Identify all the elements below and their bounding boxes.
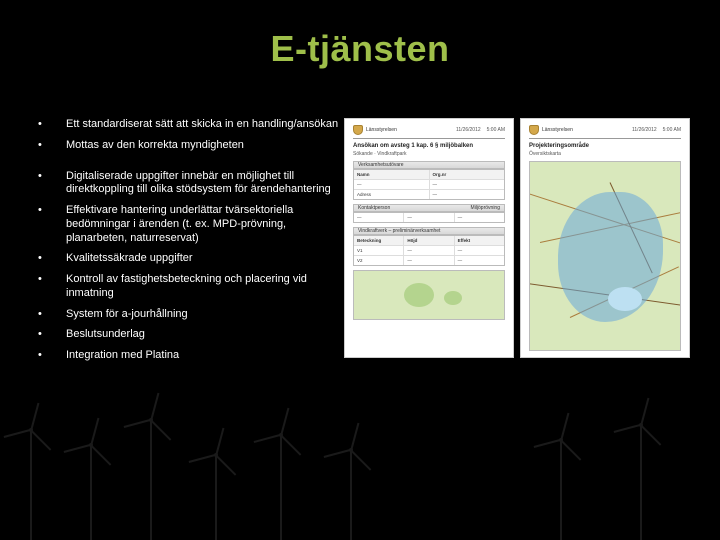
turbine-icon xyxy=(280,435,282,540)
doc2-map xyxy=(529,161,681,351)
doc2-subtitle: Översiktskarta xyxy=(529,151,681,157)
bullet-marker: • xyxy=(38,118,44,132)
bullet-text: Ett standardiserat sätt att skicka in en… xyxy=(66,118,338,132)
doc1-table-1: NamnOrg.nr —— Adress— xyxy=(353,169,505,200)
agency-crest: Länsstyrelsen xyxy=(353,125,397,135)
doc1-table-2: ——— xyxy=(353,212,505,223)
list-spacer xyxy=(38,160,340,170)
doc1-header: Länsstyrelsen 11/26/2012 5:00 AM xyxy=(353,125,505,139)
turbine-icon xyxy=(560,440,562,540)
bullet-marker: • xyxy=(38,170,44,198)
wind-turbines-decoration xyxy=(0,390,720,540)
sec-label: Miljöprövning xyxy=(471,205,500,211)
cell: — xyxy=(430,180,505,189)
bullet-item: • Effektivare hantering underlättar tvärs… xyxy=(38,204,340,245)
cell: — xyxy=(455,213,504,222)
doc1-subtitle: Sökande · Vindkraftpark xyxy=(353,151,505,157)
cell: — xyxy=(455,246,504,255)
turbine-icon xyxy=(150,420,152,540)
crest-icon xyxy=(353,125,363,135)
bullet-item: • Mottas av den korrekta myndigheten xyxy=(38,139,340,153)
cell: V2 xyxy=(354,256,404,265)
doc1-time: 5:00 AM xyxy=(487,127,505,133)
crest-label: Länsstyrelsen xyxy=(542,127,573,133)
bullet-text: Kontroll av fastighetsbeteckning och pla… xyxy=(66,273,340,301)
bullet-text: Mottas av den korrekta myndigheten xyxy=(66,139,244,153)
doc1-section-1: Verksamhetsutövare xyxy=(353,161,505,169)
doc1-table-3: BeteckningHöjdEffekt V1—— V2—— xyxy=(353,235,505,266)
crest-label: Länsstyrelsen xyxy=(366,127,397,133)
doc2-title: Projekteringsområde xyxy=(529,143,681,149)
cell: Höjd xyxy=(404,236,454,245)
cell: V1 xyxy=(354,246,404,255)
bullet-item: • Kvalitetssäkrade uppgifter xyxy=(38,252,340,266)
doc1-section-2: Kontaktperson Miljöprövning xyxy=(353,204,505,212)
cell: — xyxy=(354,180,430,189)
slide-title: E-tjänsten xyxy=(0,0,720,70)
turbine-icon xyxy=(90,445,92,540)
doc2-date: 11/26/2012 xyxy=(632,127,657,133)
crest-icon xyxy=(529,125,539,135)
turbine-icon xyxy=(215,455,217,540)
document-preview-1: Länsstyrelsen 11/26/2012 5:00 AM Ansökan … xyxy=(344,118,514,358)
bullet-list: • Ett standardiserat sätt att skicka in e… xyxy=(38,118,340,363)
doc2-time: 5:00 AM xyxy=(663,127,681,133)
bullet-marker: • xyxy=(38,204,44,245)
bullet-text: Beslutsunderlag xyxy=(66,328,145,342)
content-area: • Ett standardiserat sätt att skicka in e… xyxy=(0,118,720,370)
turbine-icon xyxy=(640,425,642,540)
cell: Beteckning xyxy=(354,236,404,245)
doc1-dates: 11/26/2012 5:00 AM xyxy=(456,127,505,133)
bullet-list-column: • Ett standardiserat sätt att skicka in e… xyxy=(0,118,340,370)
cell: — xyxy=(455,256,504,265)
bullet-marker: • xyxy=(38,349,44,363)
turbine-icon xyxy=(30,430,32,540)
bullet-item: • Beslutsunderlag xyxy=(38,328,340,342)
bullet-item: • System för a-jourhållning xyxy=(38,308,340,322)
bullet-text: Integration med Platina xyxy=(66,349,179,363)
bullet-marker: • xyxy=(38,308,44,322)
turbine-icon xyxy=(350,450,352,540)
bullet-marker: • xyxy=(38,273,44,301)
doc2-header: Länsstyrelsen 11/26/2012 5:00 AM xyxy=(529,125,681,139)
cell: — xyxy=(404,213,454,222)
bullet-item: • Kontroll av fastighetsbeteckning och pl… xyxy=(38,273,340,301)
doc1-minimap xyxy=(353,270,505,320)
doc1-section-3: Vindkraftverk – preliminärverksamhet xyxy=(353,227,505,235)
agency-crest: Länsstyrelsen xyxy=(529,125,573,135)
cell: Effekt xyxy=(455,236,504,245)
bullet-text: Digitaliserade uppgifter innebär en möjl… xyxy=(66,170,340,198)
bullet-text: Kvalitetssäkrade uppgifter xyxy=(66,252,193,266)
cell: Org.nr xyxy=(430,170,505,179)
bullet-text: System för a-jourhållning xyxy=(66,308,188,322)
doc1-date: 11/26/2012 xyxy=(456,127,481,133)
cell: — xyxy=(354,213,404,222)
bullet-text: Effektivare hantering underlättar tvärse… xyxy=(66,204,340,245)
sec-label: Kontaktperson xyxy=(358,205,390,211)
cell: — xyxy=(430,190,505,199)
document-thumbnails: Länsstyrelsen 11/26/2012 5:00 AM Ansökan … xyxy=(344,118,696,370)
cell: Namn xyxy=(354,170,430,179)
bullet-item: • Digitaliserade uppgifter innebär en möj… xyxy=(38,170,340,198)
cell: Adress xyxy=(354,190,430,199)
bullet-marker: • xyxy=(38,328,44,342)
bullet-marker: • xyxy=(38,252,44,266)
cell: — xyxy=(404,246,454,255)
bullet-marker: • xyxy=(38,139,44,153)
bullet-item: • Ett standardiserat sätt att skicka in e… xyxy=(38,118,340,132)
document-preview-2: Länsstyrelsen 11/26/2012 5:00 AM Projekte… xyxy=(520,118,690,358)
doc1-title: Ansökan om avsteg 1 kap. 6 § miljöbalken xyxy=(353,143,505,149)
bullet-item: • Integration med Platina xyxy=(38,349,340,363)
cell: — xyxy=(404,256,454,265)
doc2-dates: 11/26/2012 5:00 AM xyxy=(632,127,681,133)
